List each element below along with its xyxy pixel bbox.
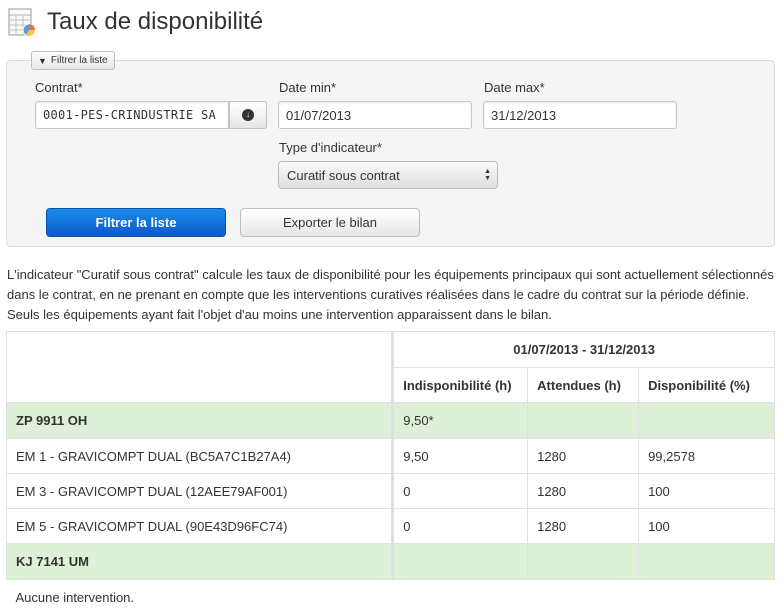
indispo-value: 0 xyxy=(391,508,529,544)
dispo-value: 99,2578 xyxy=(638,438,775,474)
group-total-indispo: 9,50* xyxy=(391,402,529,439)
table-row: EM 5 - GRAVICOMPT DUAL (90E43D96FC74) 0 … xyxy=(5,508,775,544)
contract-field[interactable]: 0001-PES-CRINDUSTRIE SA xyxy=(35,101,229,129)
table-row: EM 1 - GRAVICOMPT DUAL (BC5A7C1B27A4) 9,… xyxy=(5,438,775,474)
col-dispo-header: Disponibilité (%) xyxy=(638,367,775,403)
indicator-select[interactable]: Curatif sous contrat ▲ ▼ xyxy=(278,161,498,189)
group-empty-cell xyxy=(527,402,640,439)
group-row: ZP 9911 OH 9,50* xyxy=(5,402,775,439)
export-report-button[interactable]: Exporter le bilan xyxy=(240,208,420,237)
funnel-icon: ▼ xyxy=(38,55,47,66)
col-indispo-header: Indisponibilité (h) xyxy=(391,367,529,403)
filter-list-button[interactable]: Filtrer la liste xyxy=(46,208,226,237)
table-row: EM 3 - GRAVICOMPT DUAL (12AEE79AF001) 0 … xyxy=(5,473,775,509)
page-header: Taux de disponibilité xyxy=(7,4,263,40)
no-intervention-text: Aucune intervention. xyxy=(15,589,135,605)
date-max-label: Date max* xyxy=(484,80,545,95)
contract-label: Contrat* xyxy=(35,80,83,95)
dispo-value: 100 xyxy=(638,508,775,544)
group-empty-cell xyxy=(527,543,640,580)
date-min-field[interactable]: 01/07/2013 xyxy=(278,101,472,129)
indicator-select-value: Curatif sous contrat xyxy=(287,167,400,183)
download-icon: ↓ xyxy=(242,109,254,121)
attendues-value: 1280 xyxy=(527,508,640,544)
table-corner xyxy=(5,331,394,403)
availability-table: 01/07/2013 - 31/12/2013 Indisponibilité … xyxy=(5,331,775,615)
select-arrows-icon: ▲ ▼ xyxy=(484,168,491,182)
date-max-field[interactable]: 31/12/2013 xyxy=(483,101,677,129)
attendues-value: 1280 xyxy=(527,438,640,474)
group-name: ZP 9911 OH xyxy=(5,402,394,439)
equipment-name: EM 5 - GRAVICOMPT DUAL (90E43D96FC74) xyxy=(5,508,394,544)
group-empty-cell xyxy=(638,543,775,580)
group-empty-cell xyxy=(638,402,775,439)
indispo-value: 0 xyxy=(391,473,529,509)
attendues-value: 1280 xyxy=(527,473,640,509)
indicator-label: Type d'indicateur* xyxy=(279,140,382,155)
dispo-value: 100 xyxy=(638,473,775,509)
group-empty-cell xyxy=(391,543,529,580)
period-header: 01/07/2013 - 31/12/2013 xyxy=(391,331,775,368)
indispo-value: 9,50 xyxy=(391,438,529,474)
spreadsheet-icon xyxy=(7,7,37,37)
group-name: KJ 7141 UM xyxy=(5,543,394,580)
contract-select-button[interactable]: ↓ xyxy=(229,101,267,129)
filter-tab[interactable]: ▼ Filtrer la liste xyxy=(31,51,115,70)
date-min-label: Date min* xyxy=(279,80,337,95)
indicator-description: L'indicateur "Curatif sous contrat" calc… xyxy=(7,267,774,322)
equipment-name: EM 1 - GRAVICOMPT DUAL (BC5A7C1B27A4) xyxy=(5,438,394,474)
page-title: Taux de disponibilité xyxy=(47,8,264,35)
group-row: KJ 7141 UM xyxy=(5,543,775,580)
filter-tab-label: Filtrer la liste xyxy=(50,55,108,66)
col-attendues-header: Attendues (h) xyxy=(527,367,640,403)
equipment-name: EM 3 - GRAVICOMPT DUAL (12AEE79AF001) xyxy=(5,473,394,509)
